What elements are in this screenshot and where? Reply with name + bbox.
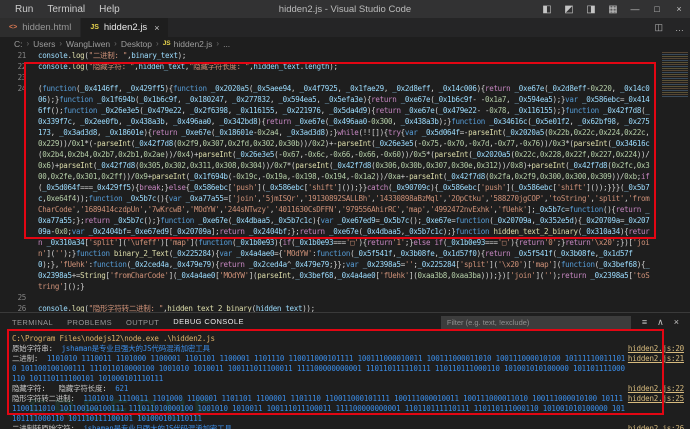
js-file-icon: JS <box>163 40 171 47</box>
breadcrumb-label: hidden2.js <box>174 39 213 49</box>
breadcrumb-label: ... <box>223 39 230 49</box>
editor-line[interactable]: 24(function(_0x4146ff, _0x429ff5){functi… <box>0 83 690 292</box>
breadcrumb[interactable]: C:›Users›WangLiwen›Desktop›JShidden2.js›… <box>0 37 690 50</box>
panel-actions: ≡∧× <box>637 317 684 328</box>
toggle-secondary-sidebar-icon[interactable]: ◨ <box>580 4 602 15</box>
console-text-label: 隐藏字符长度: <box>58 384 115 393</box>
console-text-value: 1101010 1110011 1101000 1100001 1101101 … <box>12 394 625 423</box>
tab-close-icon[interactable]: × <box>154 23 159 33</box>
minimap[interactable] <box>662 52 688 98</box>
split-editor-icon[interactable]: ◫ <box>648 22 669 33</box>
close-icon[interactable]: × <box>668 4 690 14</box>
editor-line[interactable]: 23 <box>0 72 690 83</box>
console-text-cmd: C:\Program Files\nodejs12\node.exe .\hid… <box>12 334 215 343</box>
tab-label: hidden2.js <box>104 22 147 33</box>
debug-console-output[interactable]: C:\Program Files\nodejs12\node.exe .\hid… <box>0 331 690 428</box>
breadcrumb-label: Users <box>33 39 55 49</box>
panel-header: TERMINAL PROBLEMS OUTPUT DEBUG CONSOLE ≡∧× <box>0 313 690 331</box>
line-number: 21 <box>0 50 26 61</box>
panel-tab-problems[interactable]: PROBLEMS <box>67 313 112 331</box>
tab-hidden2-js[interactable]: JS hidden2.js × <box>81 18 169 37</box>
html-file-icon: <> <box>9 24 17 31</box>
console-entry: 隐藏字符: 隐藏字符长度: 621 hidden2.js:22 <box>12 384 686 394</box>
breadcrumb-item[interactable]: JShidden2.js› <box>163 39 223 49</box>
line-number: 22 <box>0 61 26 72</box>
line-code <box>26 72 650 83</box>
line-code: (function(_0x4146ff, _0x429ff5){function… <box>26 83 650 292</box>
line-code: console.log("隐藏字符: ",hidden_text,"隐藏字符长度… <box>26 61 650 72</box>
chevron-right-icon: › <box>59 39 62 48</box>
console-text-value: 1101010 1110011 1101000 1100001 1101101 … <box>12 354 625 383</box>
tab-hidden-html[interactable]: <> hidden.html <box>0 18 81 37</box>
chevron-right-icon: › <box>156 39 159 48</box>
minimize-icon[interactable]: — <box>624 4 646 14</box>
breadcrumb-label: WangLiwen <box>66 39 110 49</box>
console-text-label: 原始字符串: <box>12 344 61 353</box>
console-entry: 原始字符串: jshaman是专业且强大的JS代码混淆加密工具 hidden2.j… <box>12 344 686 354</box>
line-number: 25 <box>0 292 26 303</box>
breadcrumb-label: Desktop <box>121 39 152 49</box>
panel-tab-terminal[interactable]: TERMINAL <box>12 313 53 331</box>
bottom-panel: TERMINALPROBLEMSOUTPUTDEBUG CONSOLE ≡∧× … <box>0 312 690 429</box>
line-number: 24 <box>0 83 26 94</box>
js-file-icon: JS <box>90 24 99 31</box>
breadcrumb-item[interactable]: WangLiwen › <box>66 39 121 49</box>
breadcrumb-item[interactable]: C: › <box>14 39 33 49</box>
menu-bar: RunTerminalHelp <box>8 4 127 15</box>
editor-line[interactable]: 25 <box>0 292 690 303</box>
editor-line[interactable]: 21console.log("二进制: ",binary_text); <box>0 50 690 61</box>
window-controls: ◧◩◨▦—□× <box>536 4 690 15</box>
breadcrumb-label: C: <box>14 39 23 49</box>
maximize-panel-icon[interactable]: ∧ <box>652 317 669 328</box>
source-link[interactable]: hidden2.js:20 <box>628 344 684 354</box>
console-entry: 二进制: 1101010 1110011 1101000 1100001 110… <box>12 354 686 384</box>
code-editor[interactable]: 21console.log("二进制: ",binary_text);22con… <box>0 50 690 312</box>
chevron-right-icon: › <box>27 39 30 48</box>
breadcrumb-item[interactable]: ... <box>223 39 230 49</box>
console-text-value: jshaman是专业且强大的JS代码混淆加密工具 <box>61 344 209 353</box>
line-number: 23 <box>0 72 26 83</box>
menu-item-help[interactable]: Help <box>92 4 127 15</box>
more-actions-icon[interactable]: … <box>669 23 690 33</box>
close-panel-icon[interactable]: × <box>669 317 684 327</box>
toggle-panel-icon[interactable]: ◩ <box>558 4 580 15</box>
source-link[interactable]: hidden2.js:21 <box>628 354 684 364</box>
editor-line[interactable]: 22console.log("隐藏字符: ",hidden_text,"隐藏字符… <box>0 61 690 72</box>
panel-tab-output[interactable]: OUTPUT <box>126 313 159 331</box>
debug-filter-input[interactable] <box>441 316 631 329</box>
restore-icon[interactable]: □ <box>646 4 668 14</box>
console-text-label: 二进制: <box>12 354 47 363</box>
console-entry: C:\Program Files\nodejs12\node.exe .\hid… <box>12 334 686 344</box>
editor-tab-bar: <> hidden.html JS hidden2.js × ◫… <box>0 18 690 37</box>
console-text-value: jshaman是专业且强大的JS代码混淆加密工具 <box>83 424 231 429</box>
source-link[interactable]: hidden2.js:22 <box>628 384 684 394</box>
source-link[interactable]: hidden2.js:25 <box>628 394 684 404</box>
customize-layout-icon[interactable]: ▦ <box>602 4 624 15</box>
debug-console-actions-icon[interactable]: ≡ <box>637 317 652 327</box>
console-text-value: 621 <box>115 384 128 393</box>
breadcrumb-item[interactable]: Users › <box>33 39 66 49</box>
breadcrumb-item[interactable]: Desktop › <box>121 39 163 49</box>
source-link[interactable]: hidden2.js:26 <box>628 424 684 429</box>
tab-label: hidden.html <box>22 22 71 33</box>
menu-item-run[interactable]: Run <box>8 4 40 15</box>
line-code <box>26 292 650 303</box>
console-entry: 二进制转原始字符: jshaman是专业且强大的JS代码混淆加密工具 hidden… <box>12 424 686 429</box>
vscode-window: RunTerminalHelp hidden2.js - Visual Stud… <box>0 0 690 429</box>
console-entry: 隐形字符转二进制: 1101010 1110011 1101000 110000… <box>12 394 686 424</box>
console-text-label: 隐形字符转二进制: <box>12 394 83 403</box>
toggle-primary-sidebar-icon[interactable]: ◧ <box>536 4 558 15</box>
menu-item-terminal[interactable]: Terminal <box>40 4 92 15</box>
console-text-label: 二进制转原始字符: <box>12 424 83 429</box>
line-code: console.log("二进制: ",binary_text); <box>26 50 650 61</box>
chevron-right-icon: › <box>114 39 117 48</box>
title-bar: RunTerminalHelp hidden2.js - Visual Stud… <box>0 0 690 18</box>
chevron-right-icon: › <box>216 39 219 48</box>
tabbar-actions: ◫… <box>648 18 690 37</box>
panel-tab-debug-console[interactable]: DEBUG CONSOLE <box>173 313 244 331</box>
console-text-label: 隐藏字符: <box>12 384 58 393</box>
